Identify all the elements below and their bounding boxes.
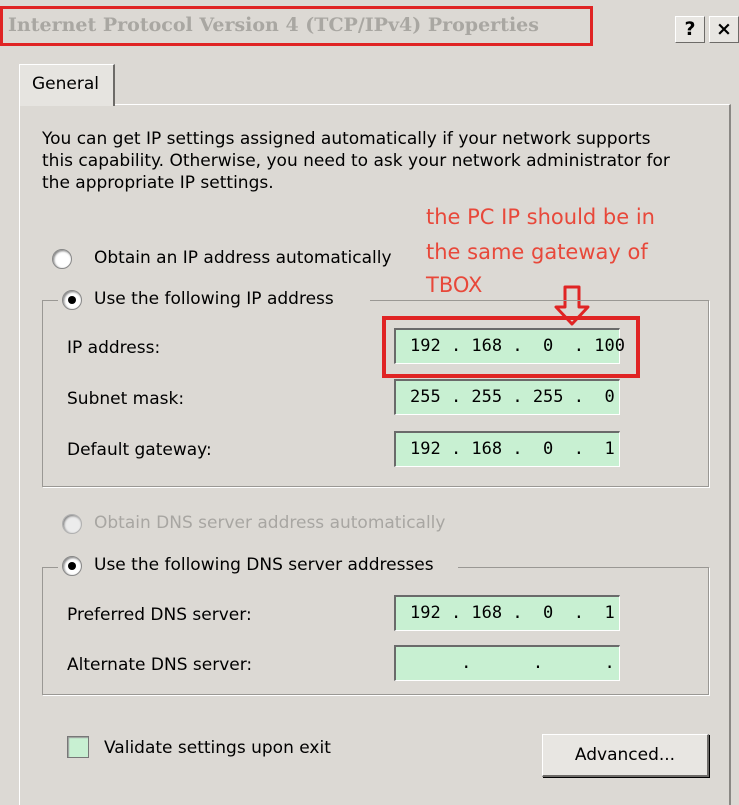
title-highlight-box (0, 6, 593, 46)
close-button[interactable]: × (709, 16, 739, 43)
ip-address-label: IP address: (67, 338, 161, 358)
validate-checkbox[interactable] (67, 736, 89, 758)
subnet-mask-field[interactable]: 255 . 255 . 255 . 0 (394, 379, 620, 415)
preferred-dns-field[interactable]: 192 . 168 . 0 . 1 (394, 595, 620, 631)
preferred-dns-label: Preferred DNS server: (67, 605, 252, 625)
use-following-dns-label: Use the following DNS server addresses (94, 555, 434, 575)
use-following-dns-radio[interactable] (62, 556, 82, 576)
tab-general-label: General (32, 74, 99, 94)
annotation-line-2: the same gateway of (426, 240, 648, 264)
annotation-line-3: TBOX (426, 273, 483, 297)
default-gateway-field[interactable]: 192 . 168 . 0 . 1 (394, 431, 620, 467)
default-gateway-label: Default gateway: (67, 440, 212, 460)
tab-general[interactable]: General (19, 64, 115, 106)
obtain-dns-auto-radio[interactable] (62, 514, 82, 534)
description-text: You can get IP settings assigned automat… (42, 129, 670, 193)
advanced-button[interactable]: Advanced... (542, 734, 709, 777)
validate-label: Validate settings upon exit (104, 738, 331, 758)
alternate-dns-label: Alternate DNS server: (67, 655, 253, 675)
subnet-mask-label: Subnet mask: (67, 389, 185, 409)
use-following-ip-radio[interactable] (62, 290, 82, 310)
alternate-dns-field[interactable]: . . . (394, 645, 620, 681)
obtain-dns-auto-label: Obtain DNS server address automatically (94, 513, 446, 533)
annotation-line-1: the PC IP should be in (426, 205, 655, 229)
title-bar: Internet Protocol Version 4 (TCP/IPv4) P… (0, 0, 739, 46)
ip-address-highlight-box (382, 316, 640, 378)
obtain-ip-auto-label: Obtain an IP address automatically (94, 248, 392, 268)
help-button[interactable]: ? (675, 16, 705, 43)
obtain-ip-auto-radio[interactable] (52, 249, 72, 269)
use-following-ip-label: Use the following IP address (94, 289, 334, 309)
